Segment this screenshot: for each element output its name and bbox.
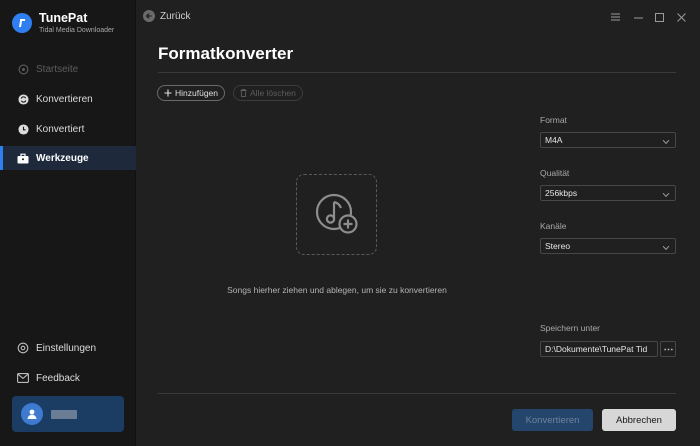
sidebar-item-label: Werkzeuge — [36, 152, 89, 164]
home-icon — [17, 63, 29, 75]
chevron-down-icon — [662, 190, 670, 200]
topbar: Zurück — [136, 0, 700, 34]
channels-select[interactable]: Stereo — [540, 238, 676, 254]
quality-value: 256kbps — [545, 188, 578, 198]
sidebar: TunePat Tidal Media Downloader Startseit… — [0, 0, 136, 446]
back-label: Zurück — [160, 10, 191, 22]
cancel-button[interactable]: Abbrechen — [602, 409, 676, 431]
plus-icon — [164, 89, 172, 97]
browse-folder-button[interactable] — [660, 341, 676, 357]
avatar — [21, 403, 43, 425]
save-path-value: D:\Dokumente\TunePat Tid — [545, 344, 648, 354]
quality-label: Qualität — [540, 168, 570, 178]
trash-icon — [240, 89, 247, 97]
drop-zone[interactable] — [296, 174, 377, 255]
clear-all-label: Alle löschen — [250, 88, 296, 98]
sidebar-item-label: Konvertieren — [36, 93, 93, 105]
chevron-down-icon — [662, 137, 670, 147]
format-label: Format — [540, 115, 567, 125]
maximize-icon[interactable] — [651, 9, 667, 25]
title-divider — [158, 72, 676, 73]
close-icon[interactable] — [673, 9, 689, 25]
footer-divider — [158, 393, 676, 394]
app-name: TunePat — [39, 11, 88, 25]
convert-icon — [17, 93, 29, 105]
tunepat-logo-icon — [12, 13, 32, 33]
sidebar-item-feedback[interactable]: Feedback — [0, 366, 136, 390]
mail-icon — [17, 372, 29, 384]
sidebar-item-converted[interactable]: Konvertiert — [0, 117, 136, 141]
toolbox-icon — [17, 152, 29, 164]
back-button[interactable]: Zurück — [143, 10, 191, 22]
format-value: M4A — [545, 135, 563, 145]
quality-select[interactable]: 256kbps — [540, 185, 676, 201]
sidebar-item-settings[interactable]: Einstellungen — [0, 336, 136, 360]
convert-button[interactable]: Konvertieren — [512, 409, 593, 431]
sidebar-item-tools[interactable]: Werkzeuge — [0, 146, 136, 170]
user-name-redacted — [51, 409, 77, 419]
channels-value: Stereo — [545, 241, 571, 251]
format-select[interactable]: M4A — [540, 132, 676, 148]
save-location-label: Speichern unter — [540, 323, 601, 333]
app-subtitle: Tidal Media Downloader — [39, 27, 115, 34]
clock-icon — [17, 123, 29, 135]
gear-icon — [17, 342, 29, 354]
sidebar-item-label: Startseite — [36, 63, 79, 75]
drop-hint: Songs hierher ziehen und ablegen, um sie… — [227, 285, 447, 295]
menu-icon[interactable] — [607, 9, 623, 25]
add-button-label: Hinzufügen — [175, 88, 219, 98]
arrow-left-icon — [143, 10, 155, 22]
channels-label: Kanäle — [540, 221, 567, 231]
save-path-field[interactable]: D:\Dokumente\TunePat Tid — [540, 341, 658, 357]
page-title: Formatkonverter — [158, 44, 294, 63]
brand: TunePat Tidal Media Downloader — [12, 11, 114, 35]
ellipsis-icon — [663, 348, 673, 350]
user-account[interactable] — [12, 396, 124, 432]
sidebar-item-home[interactable]: Startseite — [0, 57, 136, 81]
sidebar-item-label: Feedback — [36, 372, 80, 384]
sidebar-item-label: Einstellungen — [36, 342, 97, 354]
sidebar-item-convert[interactable]: Konvertieren — [0, 87, 136, 111]
sidebar-item-label: Konvertiert — [36, 123, 85, 135]
add-music-icon — [315, 193, 358, 234]
chevron-down-icon — [662, 243, 670, 253]
clear-all-button[interactable]: Alle löschen — [233, 85, 303, 101]
minimize-icon[interactable] — [630, 9, 646, 25]
add-button[interactable]: Hinzufügen — [157, 85, 226, 101]
